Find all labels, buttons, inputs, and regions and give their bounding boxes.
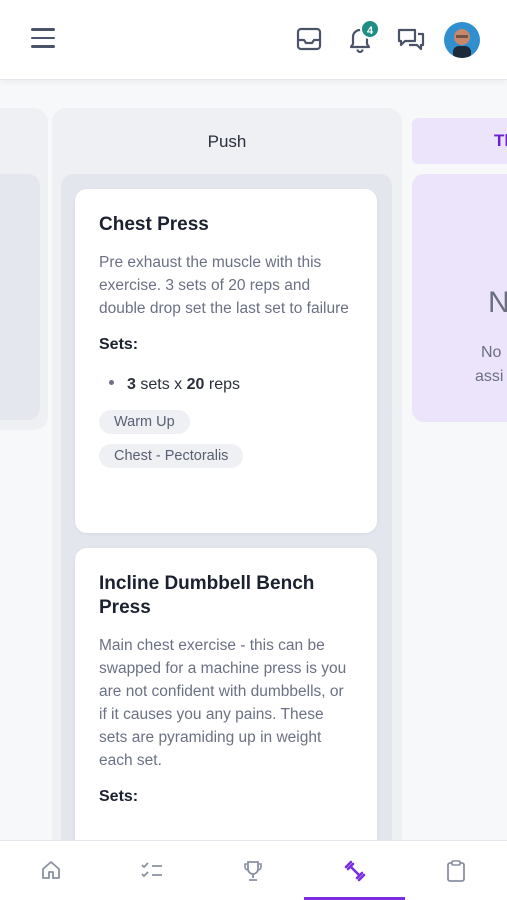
column-body [0, 174, 40, 420]
bullet-icon [109, 380, 114, 386]
chat-icon[interactable] [396, 24, 426, 54]
clipboard-icon [446, 860, 465, 882]
sets-count: 3 [127, 376, 136, 393]
sets-word: sets x [140, 376, 183, 393]
sets-label: Sets: [99, 788, 139, 805]
exercise-description: Main chest exercise - this can be swappe… [99, 637, 347, 769]
exercise-description: Pre exhaust the muscle with this exercis… [99, 254, 349, 317]
column-body: N No assi [412, 174, 507, 422]
home-icon [41, 861, 60, 879]
inbox-icon[interactable] [294, 24, 324, 54]
nav-home[interactable] [0, 841, 101, 900]
column-header[interactable]: Th [412, 118, 507, 164]
avatar[interactable] [444, 22, 480, 58]
empty-state-text: No [481, 344, 502, 361]
exercise-card[interactable]: Chest Press Pre exhaust the muscle with … [75, 189, 377, 533]
exercise-card[interactable]: Incline Dumbbell Bench Press Main chest … [75, 548, 377, 868]
notification-badge: 4 [360, 19, 380, 39]
bottom-navigation [0, 840, 507, 900]
nav-reports[interactable] [405, 841, 506, 900]
sets-list: 3 sets x 20 reps [99, 376, 353, 394]
workout-column-left [0, 108, 48, 430]
nav-nutrition[interactable] [202, 841, 303, 900]
exercise-title: Chest Press [99, 214, 209, 235]
trophy-icon [243, 861, 262, 881]
nav-workouts[interactable] [304, 841, 405, 900]
tag-list: Warm Up Chest - Pectoralis [99, 410, 353, 468]
column-title: Push [207, 132, 247, 151]
sets-label: Sets: [99, 336, 139, 353]
checklist-icon [140, 862, 162, 878]
column-title: Th [494, 131, 507, 150]
empty-state-text: assi [475, 368, 504, 385]
workout-column-right: Th N No assi [412, 118, 507, 422]
tag-muscle-group: Chest - Pectoralis [99, 444, 244, 468]
reps-word: reps [208, 376, 240, 393]
empty-state-title: N [488, 286, 507, 319]
tag-warm-up: Warm Up [99, 410, 190, 434]
exercise-title: Incline Dumbbell Bench Press [99, 573, 315, 618]
menu-icon[interactable] [31, 28, 59, 52]
app-header: 4 [0, 0, 507, 80]
workout-icon [344, 860, 365, 882]
nav-tasks[interactable] [101, 841, 202, 900]
reps-count: 20 [186, 376, 205, 393]
